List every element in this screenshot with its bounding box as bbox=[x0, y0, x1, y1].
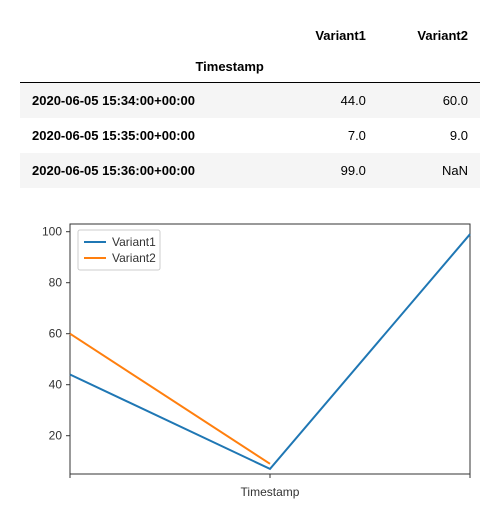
x-axis: Timestamp bbox=[70, 474, 470, 499]
ytick-20: 20 bbox=[49, 429, 63, 443]
y-axis: 20 40 60 80 100 bbox=[42, 225, 70, 443]
cell-variant2: 60.0 bbox=[378, 83, 480, 119]
x-axis-label: Timestamp bbox=[241, 485, 300, 499]
cell-variant1: 44.0 bbox=[276, 83, 378, 119]
cell-variant1: 99.0 bbox=[276, 153, 378, 188]
table-row: 2020-06-05 15:34:00+00:00 44.0 60.0 bbox=[20, 83, 480, 119]
table: Variant1 Variant2 Timestamp 2020-06-05 1… bbox=[20, 20, 480, 188]
column-header-variant2: Variant2 bbox=[378, 20, 480, 51]
ytick-100: 100 bbox=[42, 225, 62, 239]
table-row: 2020-06-05 15:35:00+00:00 7.0 9.0 bbox=[20, 118, 480, 153]
index-name: Timestamp bbox=[20, 51, 276, 83]
ytick-40: 40 bbox=[49, 378, 63, 392]
ytick-80: 80 bbox=[49, 276, 63, 290]
chart-svg: 20 40 60 80 100 Timestamp bbox=[20, 214, 480, 504]
cell-variant2: NaN bbox=[378, 153, 480, 188]
legend-label-variant2: Variant2 bbox=[112, 251, 156, 265]
legend-label-variant1: Variant1 bbox=[112, 235, 156, 249]
cell-variant1: 7.0 bbox=[276, 118, 378, 153]
ytick-60: 60 bbox=[49, 327, 63, 341]
table-header-row: Variant1 Variant2 bbox=[20, 20, 480, 51]
line-chart: 20 40 60 80 100 Timestamp bbox=[20, 214, 480, 504]
column-header-variant1: Variant1 bbox=[276, 20, 378, 51]
legend: Variant1 Variant2 bbox=[78, 230, 160, 270]
row-timestamp: 2020-06-05 15:36:00+00:00 bbox=[20, 153, 276, 188]
data-table: Variant1 Variant2 Timestamp 2020-06-05 1… bbox=[20, 20, 480, 188]
index-blank2 bbox=[378, 51, 480, 83]
table-header-blank bbox=[20, 20, 276, 51]
row-timestamp: 2020-06-05 15:34:00+00:00 bbox=[20, 83, 276, 119]
row-timestamp: 2020-06-05 15:35:00+00:00 bbox=[20, 118, 276, 153]
table-row: 2020-06-05 15:36:00+00:00 99.0 NaN bbox=[20, 153, 480, 188]
index-blank1 bbox=[276, 51, 378, 83]
table-index-row: Timestamp bbox=[20, 51, 480, 83]
cell-variant2: 9.0 bbox=[378, 118, 480, 153]
